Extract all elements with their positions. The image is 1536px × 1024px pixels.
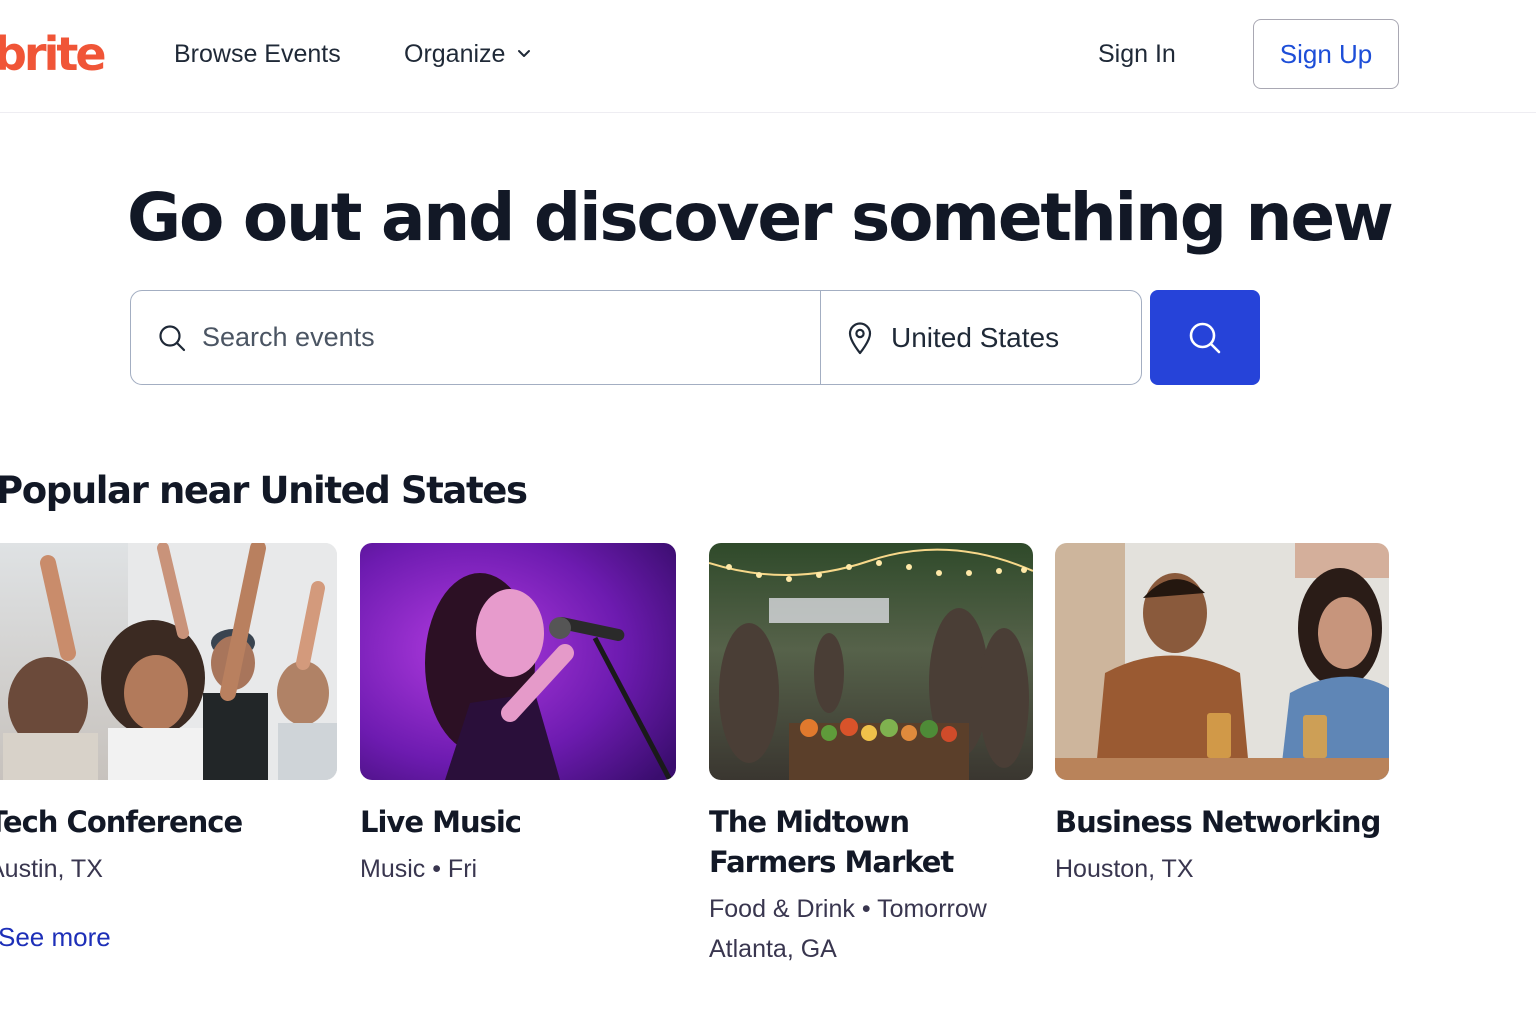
location-value: United States bbox=[891, 321, 1060, 353]
search-input[interactable] bbox=[202, 322, 782, 353]
event-meta: Austin, TX bbox=[0, 855, 103, 883]
search-bar: United States bbox=[130, 290, 1142, 385]
event-title: Live Music bbox=[360, 805, 522, 839]
search-icon bbox=[159, 324, 186, 351]
event-meta: Music • Fri bbox=[360, 855, 478, 883]
see-more-link[interactable]: See more bbox=[0, 920, 111, 954]
search-submit-button[interactable] bbox=[1150, 290, 1260, 385]
event-title: Tech Conference bbox=[0, 805, 243, 839]
event-image bbox=[360, 543, 676, 780]
hero-title: Go out and discover something new bbox=[127, 179, 1394, 256]
search-icon bbox=[1189, 322, 1221, 353]
event-location: Atlanta, GA bbox=[709, 935, 837, 963]
brand-logo[interactable]: brite bbox=[0, 26, 107, 82]
location-selector[interactable]: United States bbox=[821, 291, 1141, 384]
chevron-down-icon bbox=[518, 50, 531, 57]
popular-section-title: Popular near United States bbox=[0, 469, 528, 512]
search-events-field[interactable] bbox=[131, 291, 821, 384]
sign-up-button[interactable]: Sign Up bbox=[1253, 19, 1399, 89]
event-card-live-music[interactable]: Live Music Music • Fri bbox=[360, 543, 676, 889]
event-card-farmers-market[interactable]: The Midtown Farmers Market Food & Drink … bbox=[709, 543, 1033, 969]
event-image bbox=[1055, 543, 1389, 780]
sign-in-link[interactable]: Sign In bbox=[1098, 38, 1176, 70]
event-title: The Midtown Farmers Market bbox=[709, 805, 954, 879]
top-navigation-bar: brite Browse Events Organize Sign In Sig… bbox=[0, 0, 1536, 113]
event-meta: Food & Drink • Tomorrow bbox=[709, 895, 987, 923]
event-card-tech-conference[interactable]: Tech Conference Austin, TX bbox=[0, 543, 337, 889]
organize-label: Organize bbox=[404, 40, 506, 68]
event-card-business-networking[interactable]: Business Networking Houston, TX bbox=[1055, 543, 1389, 889]
event-meta: Houston, TX bbox=[1055, 855, 1194, 883]
event-title: Business Networking bbox=[1055, 805, 1381, 839]
page: brite Browse Events Organize Sign In Sig… bbox=[0, 0, 1536, 1024]
organize-menu[interactable]: Organize bbox=[404, 38, 531, 70]
location-pin-icon bbox=[848, 321, 872, 354]
browse-events-link[interactable]: Browse Events bbox=[174, 38, 341, 70]
event-image bbox=[0, 543, 337, 780]
event-image bbox=[709, 543, 1033, 780]
